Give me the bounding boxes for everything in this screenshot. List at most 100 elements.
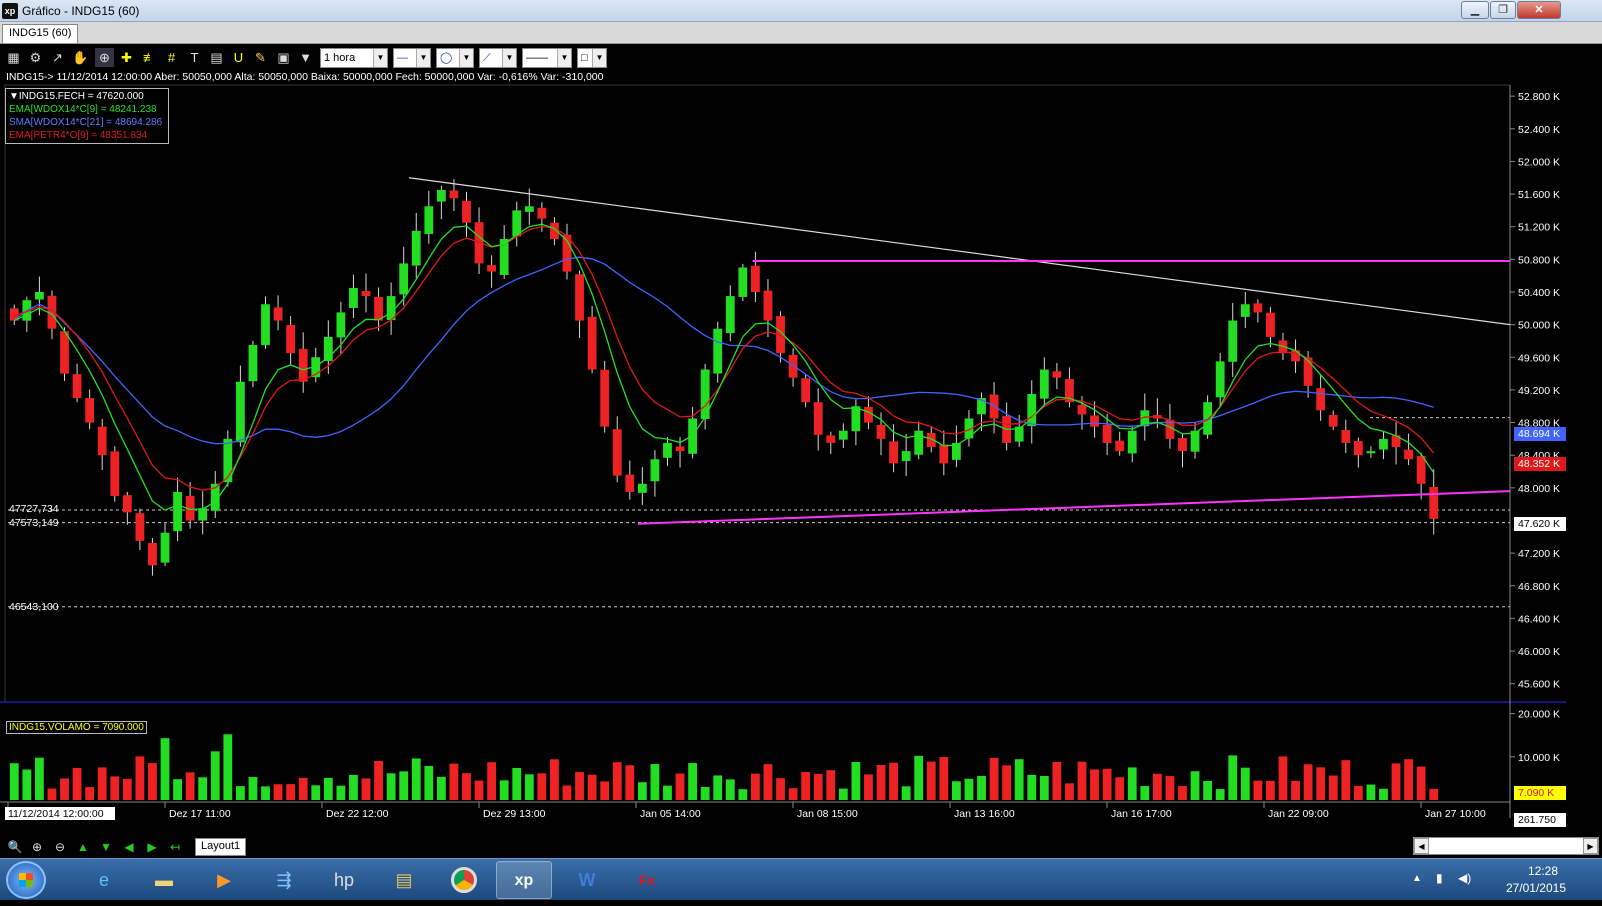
volume-icon[interactable]: ◀): [1458, 871, 1471, 885]
candle-body: [939, 444, 949, 464]
candle-body: [487, 265, 497, 272]
legend-close: ▼INDG15.FECH = 47620.000: [9, 91, 144, 102]
volume-bar: [474, 780, 484, 800]
price-chart[interactable]: 52.800 K 52.400 K 52.000 K 51.600 K 51.200 K…: [0, 0, 1602, 836]
volume-bar: [110, 776, 120, 800]
volume-bar: [374, 760, 383, 800]
archive-icon[interactable]: ▤: [376, 861, 432, 899]
candle-body: [1328, 414, 1338, 427]
internet-explorer-icon[interactable]: e: [76, 861, 132, 899]
volume-bar: [1027, 774, 1037, 800]
chrome-icon[interactable]: [436, 861, 492, 899]
volume-bar: [738, 789, 748, 800]
volume-legend: INDG15.VOLAMO = 7090.000: [6, 721, 147, 734]
fxpro-icon[interactable]: Fx: [619, 861, 675, 899]
time-axis-label: Jan 16 17:00: [1111, 808, 1172, 820]
scroll-right-icon[interactable]: ▶: [1583, 838, 1598, 854]
horizontal-scrollbar[interactable]: ◀ ▶: [1413, 837, 1599, 855]
volume-bar: [1253, 780, 1263, 800]
volume-bar: [198, 777, 208, 800]
volume-bar: [989, 757, 999, 800]
volume-bar: [72, 767, 82, 800]
media-player-icon[interactable]: ▶: [196, 861, 252, 899]
volume-bar: [524, 774, 534, 800]
indicator-legend: ▼INDG15.FECH = 47620.000 EMA[WDOX14*C[9]…: [5, 88, 169, 144]
price-axis-label: 52.800 K: [1518, 91, 1560, 103]
volume-bar: [763, 764, 773, 800]
volume-bar: [1002, 765, 1012, 800]
remote-icon[interactable]: ⇶: [256, 861, 312, 899]
candle-body: [675, 446, 685, 452]
volume-bar: [173, 779, 182, 800]
candle-body: [864, 406, 873, 423]
volume-bar: [612, 762, 622, 800]
candle-body: [85, 398, 95, 423]
volume-bar: [951, 781, 961, 800]
candle-body: [1253, 303, 1263, 313]
candle-body: [650, 459, 660, 482]
volume-bottom-tag: 261.750: [1514, 813, 1566, 827]
candle-body: [336, 312, 346, 338]
scroll-left-icon[interactable]: ◀: [1414, 838, 1429, 854]
volume-bar: [725, 779, 735, 800]
volume-bar: [449, 763, 459, 800]
candle-body: [851, 406, 861, 432]
network-icon[interactable]: ▮: [1436, 871, 1443, 885]
arrow-up-icon[interactable]: ▲: [74, 838, 92, 856]
hp-icon[interactable]: hp: [316, 861, 372, 899]
arrow-down-icon[interactable]: ▼: [97, 838, 115, 856]
back-icon[interactable]: ↤: [166, 838, 184, 856]
clock-date[interactable]: 27/01/2015: [1506, 881, 1566, 895]
candle-body: [1240, 304, 1250, 317]
price-axis-label: 46.000 K: [1518, 646, 1560, 658]
candle-body: [35, 292, 44, 300]
tray-arrow-icon[interactable]: ▲: [1412, 873, 1422, 884]
clock-time[interactable]: 12:28: [1528, 864, 1558, 878]
volume-bar: [160, 738, 170, 800]
volume-bar: [1115, 777, 1125, 800]
time-axis-label: Dez 17 11:00: [169, 808, 231, 820]
volume-bar: [901, 786, 911, 800]
zoom-icon[interactable]: 🔍: [6, 838, 24, 856]
volume-bar: [939, 757, 949, 800]
candle-body: [1341, 430, 1351, 443]
volume-bar: [1052, 761, 1062, 800]
layout-tab[interactable]: Layout1: [195, 838, 247, 856]
close-price-tag: 47.620 K: [1514, 517, 1566, 531]
volume-axis-label: 10.000 K: [1518, 752, 1560, 764]
volume-bar: [587, 774, 597, 800]
volume-bar: [35, 757, 44, 800]
candle-body: [411, 230, 421, 266]
price-axis-label: 50.400 K: [1518, 287, 1560, 299]
candle-body: [537, 207, 547, 219]
arrow-left-icon[interactable]: ◀: [120, 838, 138, 856]
arrow-right-icon[interactable]: ▶: [143, 838, 161, 856]
word-icon[interactable]: W: [559, 861, 615, 899]
candle-body: [399, 263, 409, 295]
volume-bar: [286, 784, 296, 800]
candle-body: [1353, 440, 1363, 456]
volume-bar: [361, 778, 371, 800]
candle-body: [361, 290, 371, 297]
folder-icon[interactable]: ▬: [136, 861, 192, 899]
candle-body: [248, 345, 258, 382]
volume-bar: [261, 786, 270, 800]
start-button[interactable]: [6, 861, 46, 899]
volume-bar: [864, 774, 873, 800]
candle-body: [298, 348, 308, 382]
volume-bar: [751, 773, 760, 800]
xp-icon[interactable]: xp: [496, 861, 552, 899]
candle-body: [198, 508, 208, 521]
volume-bar: [550, 759, 559, 800]
volume-bar: [1215, 789, 1225, 800]
zoom-out-icon[interactable]: ⊖: [51, 838, 69, 856]
chart-navbar: 🔍 ⊕ ⊖ ▲ ▼ ◀ ▶ ↤ Layout1: [0, 836, 1602, 858]
zoom-in-icon[interactable]: ⊕: [28, 838, 46, 856]
volume-bar: [826, 770, 836, 800]
candle-body: [1090, 415, 1099, 427]
sma-21-line: [13, 256, 1434, 445]
volume-bar: [537, 773, 547, 800]
volume-bar: [248, 777, 258, 800]
volume-bar: [311, 785, 321, 800]
candle-body: [575, 274, 584, 321]
